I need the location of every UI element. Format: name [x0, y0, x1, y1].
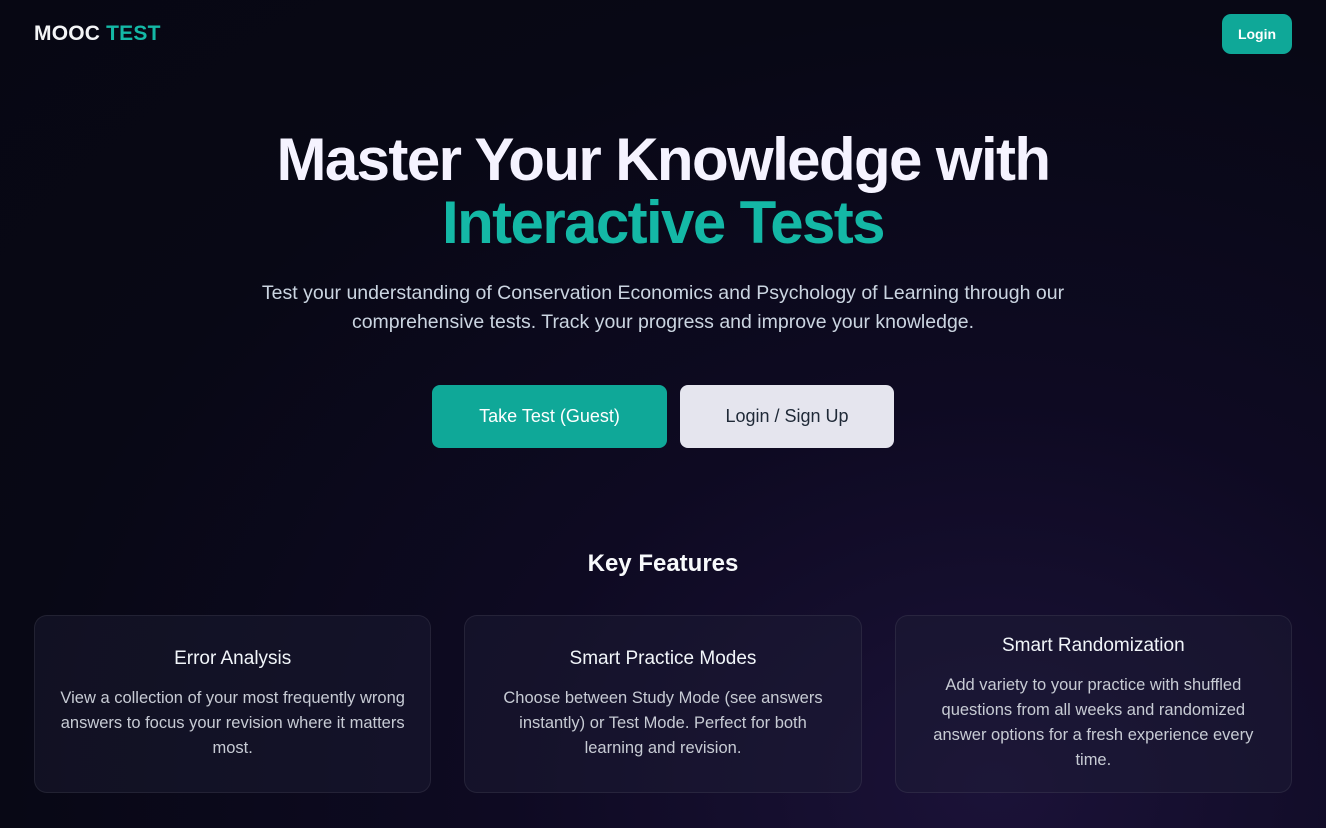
- feature-card-text: View a collection of your most frequentl…: [60, 688, 405, 757]
- feature-card-text: Add variety to your practice with shuffl…: [933, 676, 1254, 769]
- top-nav: MOOC TEST Login: [34, 13, 1292, 54]
- brand-logo-part1: MOOC: [34, 21, 101, 45]
- feature-card-title: Smart Practice Modes: [569, 647, 757, 669]
- nav-login-button[interactable]: Login: [1222, 13, 1292, 54]
- brand-logo-part2: TEST: [106, 21, 161, 45]
- hero-title-line1: Master Your Knowledge with: [276, 126, 1052, 193]
- feature-card-title: Smart Randomization: [1001, 635, 1185, 656]
- feature-cards: Error Analysis View a collection of your…: [34, 615, 1292, 793]
- hero-subtitle: Test your understanding of Conservation …: [261, 282, 1065, 333]
- cta-buttons: Take Test (Guest) Login / Sign Up: [0, 385, 1326, 448]
- hero-section: Master Your Knowledge with Interactive T…: [0, 128, 1326, 337]
- feature-card-randomization: Smart Randomization Add variety to your …: [894, 615, 1292, 793]
- hero-title: Master Your Knowledge with Interactive T…: [0, 128, 1326, 254]
- login-signup-button[interactable]: Login / Sign Up: [680, 385, 894, 448]
- take-test-guest-button[interactable]: Take Test (Guest): [432, 385, 667, 448]
- feature-card-practice-modes: Smart Practice Modes Choose between Stud…: [464, 615, 862, 793]
- landing-page: MOOC TEST Login Master Your Knowledge wit…: [0, 0, 1326, 828]
- feature-card-error-analysis: Error Analysis View a collection of your…: [34, 615, 432, 793]
- feature-card-text: Choose between Study Mode (see answers i…: [503, 688, 823, 757]
- feature-card-title: Error Analysis: [174, 647, 292, 669]
- hero-title-line2: Interactive Tests: [442, 189, 886, 256]
- features-heading: Key Features: [587, 550, 739, 577]
- brand-logo[interactable]: MOOC TEST: [34, 22, 161, 46]
